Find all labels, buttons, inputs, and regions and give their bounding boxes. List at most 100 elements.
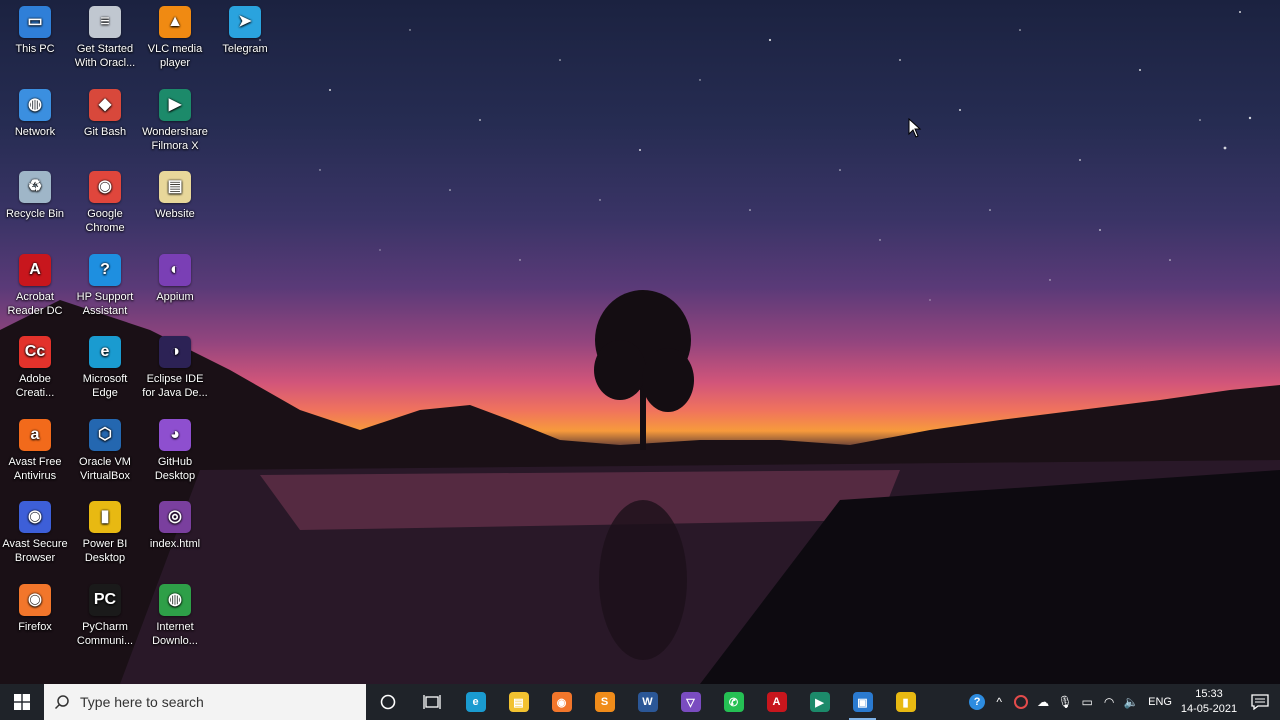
taskbar-app-photos[interactable]: ▣: [841, 684, 884, 720]
filmora-icon: ▶: [809, 692, 830, 712]
taskbar-search-box[interactable]: Type here to search: [44, 684, 366, 720]
desktop-icon-label: Power BI Desktop: [82, 538, 128, 564]
desktop-icon-recycle-bin[interactable]: ♻ Recycle Bin: [0, 165, 70, 245]
desktop-icon-virtualbox[interactable]: ⬡ Oracle VM VirtualBox: [70, 413, 140, 493]
internet-download-manager-icon: ◍: [159, 583, 191, 616]
taskbar-app-sublime-text[interactable]: S: [583, 684, 626, 720]
desktop-icon-label: Website: [155, 208, 195, 220]
desktop-icon-appium[interactable]: ◐ Appium: [140, 248, 210, 328]
desktop-icon-adobe-creative-cloud[interactable]: Cc Adobe Creati...: [0, 330, 70, 410]
clock[interactable]: 15:33 14-05-2021: [1178, 687, 1240, 717]
avast-icon: a: [19, 418, 51, 451]
taskbar-app-word[interactable]: W: [626, 684, 669, 720]
avast-secure-browser-icon: ◉: [19, 501, 51, 533]
taskbar-app-power-bi[interactable]: ▮: [884, 684, 927, 720]
edge-icon: e: [89, 336, 121, 368]
oracle-database-icon: ≡: [89, 6, 121, 38]
desktop-icon-git-bash[interactable]: ◆ Git Bash: [70, 83, 140, 163]
desktop-icon-website-folder[interactable]: ▤ Website: [140, 165, 210, 245]
taskbar-app-filmora[interactable]: ▶: [798, 684, 841, 720]
start-button[interactable]: [0, 684, 44, 720]
taskbar-app-firefox[interactable]: ◉: [540, 684, 583, 720]
desktop-icon-hp-support[interactable]: ? HP Support Assistant: [70, 248, 140, 328]
taskbar-app-visual-studio[interactable]: ▽: [669, 684, 712, 720]
desktop-icon-avast-secure-browser[interactable]: ◉ Avast Secure Browser: [0, 495, 70, 575]
battery-icon[interactable]: ▭: [1076, 684, 1098, 720]
cortana-circle-icon: [380, 694, 396, 710]
desktop-icon-oracle-database[interactable]: ≡ Get Started With Oracl...: [70, 0, 140, 80]
clock-time: 15:33: [1195, 688, 1223, 700]
acrobat-icon: A: [19, 253, 51, 286]
microphone-icon[interactable]: 🎙: [1054, 684, 1076, 720]
telegram-icon: ➤: [229, 6, 261, 38]
desktop-icon-html-file[interactable]: ◎ index.html: [140, 495, 210, 575]
eclipse-icon: ◑: [159, 336, 191, 368]
desktop-icon-firefox[interactable]: ◉ Firefox: [0, 578, 70, 658]
desktop-icon-chrome[interactable]: ◉ Google Chrome: [70, 165, 140, 245]
desktop-icon-label: Telegram: [222, 43, 268, 55]
git-bash-icon: ◆: [89, 88, 121, 121]
photos-icon: ▣: [852, 692, 873, 712]
desktop-icon-power-bi[interactable]: ▮ Power BI Desktop: [70, 495, 140, 575]
desktop-icon-avast[interactable]: a Avast Free Antivirus: [0, 413, 70, 493]
language-indicator[interactable]: ENG: [1142, 696, 1178, 708]
taskbar: Type here to search e ▤ ◉ S W ▽ ✆ A ▶ ▣ ▮ ? ^ ☁ 🎙 …: [0, 684, 1280, 720]
firefox-icon: ◉: [19, 583, 51, 616]
notification-icon: [1251, 694, 1269, 710]
desktop-icon-label: index.html: [149, 538, 201, 550]
mouse-pointer-icon: [908, 118, 922, 138]
desktop-icon-label: Eclipse IDE for Java De...: [142, 373, 208, 399]
taskbar-app-file-explorer[interactable]: ▤: [497, 684, 540, 720]
desktop-icon-label: VLC media player: [147, 43, 203, 69]
desktop-icon-label: This PC: [15, 43, 55, 55]
taskbar-app-edge[interactable]: e: [454, 684, 497, 720]
desktop-icon-network[interactable]: ◍ Network: [0, 83, 70, 163]
pycharm-icon: PC: [89, 583, 121, 616]
desktop-icon-github-desktop[interactable]: ◕ GitHub Desktop: [140, 413, 210, 493]
task-view-button[interactable]: [410, 684, 454, 720]
desktop-icon-label: Adobe Creati...: [15, 373, 55, 399]
website-folder-icon: ▤: [159, 171, 191, 203]
show-hidden-icons-chevron-icon[interactable]: ^: [988, 684, 1010, 720]
wifi-icon[interactable]: ◠: [1098, 684, 1120, 720]
windows-logo-icon: [14, 694, 30, 710]
desktop-icon-eclipse[interactable]: ◑ Eclipse IDE for Java De...: [140, 330, 210, 410]
desktop-icon-label: Firefox: [18, 620, 52, 633]
desktop-icon-internet-download-manager[interactable]: ◍ Internet Downlo...: [140, 578, 210, 658]
action-center-button[interactable]: [1240, 684, 1280, 720]
desktop-icon-label: Appium: [156, 290, 194, 303]
desktop-icon-this-pc[interactable]: ▭ This PC: [0, 0, 70, 80]
record-icon[interactable]: [1010, 684, 1032, 720]
power-bi-icon: ▮: [895, 692, 916, 712]
desktop-icon-pycharm[interactable]: PC PyCharm Communi...: [70, 578, 140, 658]
acrobat-icon: A: [766, 692, 787, 712]
appium-icon: ◐: [159, 253, 191, 286]
help-icon[interactable]: ?: [966, 684, 988, 720]
taskbar-app-acrobat[interactable]: A: [755, 684, 798, 720]
hp-support-icon: ?: [89, 253, 121, 286]
desktop-icon-label: Network: [14, 125, 56, 138]
onedrive-icon[interactable]: ☁: [1032, 684, 1054, 720]
desktop-icon-label: Oracle VM VirtualBox: [79, 455, 131, 482]
recycle-bin-icon: ♻: [19, 171, 51, 203]
taskbar-app-whatsapp[interactable]: ✆: [712, 684, 755, 720]
desktop-icon-label: Git Bash: [83, 125, 127, 138]
desktop-icon-label: Google Chrome: [85, 208, 125, 234]
desktop-icon-edge[interactable]: e Microsoft Edge: [70, 330, 140, 410]
adobe-creative-cloud-icon: Cc: [19, 336, 51, 368]
sublime-text-icon: S: [594, 692, 615, 712]
desktop-icon-filmora[interactable]: ▶ Wondershare Filmora X: [140, 83, 210, 163]
desktop-icon-telegram[interactable]: ➤ Telegram: [210, 0, 280, 80]
desktop-icon-label: Get Started With Oracl...: [74, 43, 136, 69]
cortana-button[interactable]: [366, 684, 410, 720]
desktop-icon-label: Microsoft Edge: [82, 373, 128, 399]
desktop-icon-label: Acrobat Reader DC: [7, 290, 63, 317]
task-view-icon: [423, 695, 441, 709]
desktop-icon-acrobat[interactable]: A Acrobat Reader DC: [0, 248, 70, 328]
volume-icon[interactable]: 🔈: [1120, 684, 1142, 720]
vlc-icon: ▲: [159, 6, 191, 38]
desktop-icon-label: HP Support Assistant: [76, 290, 134, 317]
desktop-icon-vlc[interactable]: ▲ VLC media player: [140, 0, 210, 80]
word-icon: W: [637, 692, 658, 712]
power-bi-icon: ▮: [89, 501, 121, 533]
